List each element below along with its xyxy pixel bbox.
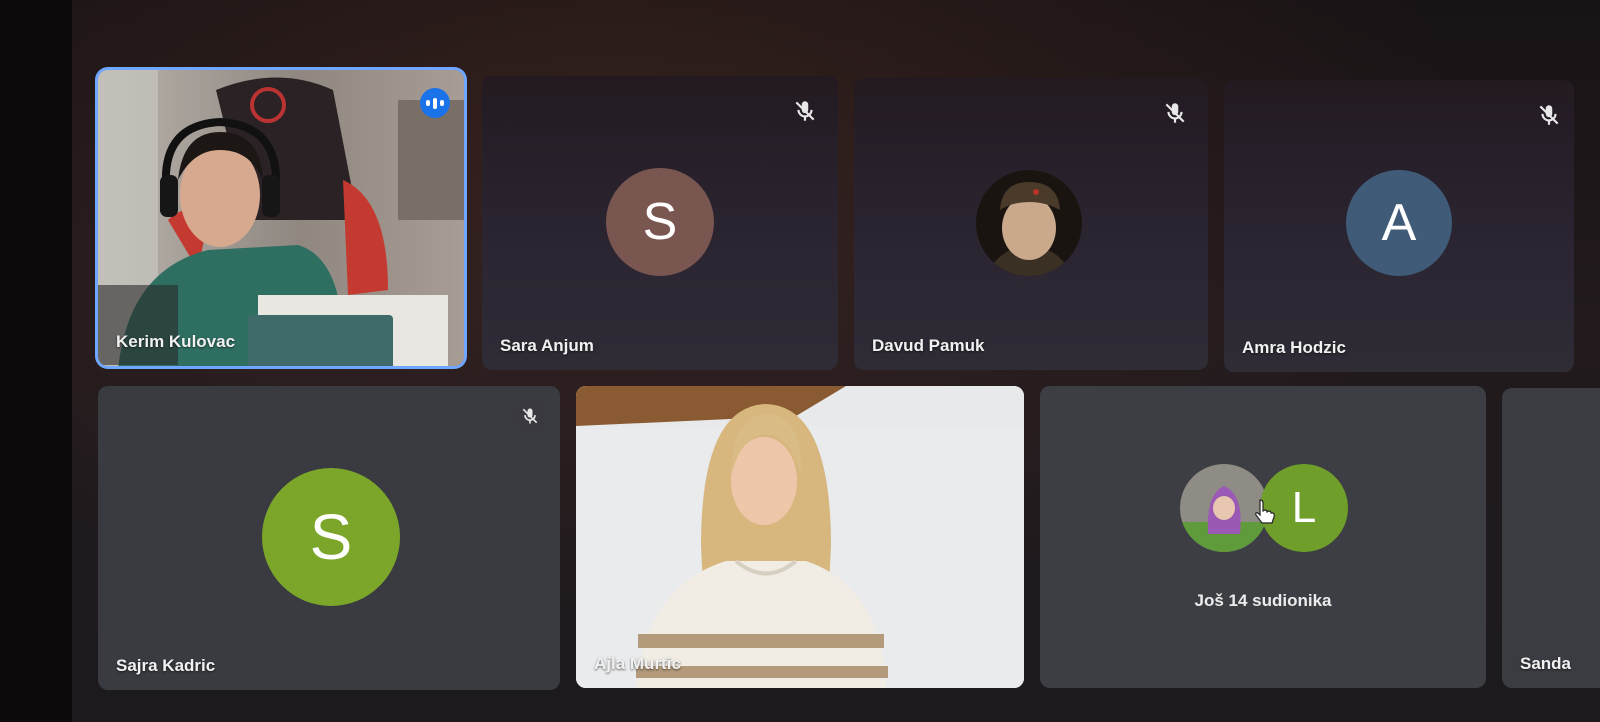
- participant-tile-amra[interactable]: A Amra Hodzic: [1224, 80, 1574, 372]
- participant-name: Davud Pamuk: [872, 336, 985, 355]
- participant-name: Sanda: [1520, 654, 1572, 673]
- avatar-sara: S: [606, 168, 714, 276]
- mic-muted-icon: [1539, 105, 1559, 125]
- speaking-indicator-icon: [420, 88, 450, 118]
- more-participants-label: Još 14 sudionika: [1194, 591, 1332, 610]
- participant-name: Amra Hodzic: [1242, 338, 1346, 357]
- participant-tile-ajla[interactable]: Ajla Murtic: [576, 386, 1024, 688]
- video-feed-ajla: [576, 386, 1024, 688]
- participant-tile-sara[interactable]: S Sara Anjum: [482, 76, 838, 370]
- participant-tile-sanda[interactable]: Sanda: [1502, 388, 1600, 688]
- participant-tile-sajra[interactable]: S Sajra Kadric: [98, 386, 560, 690]
- participant-name: Ajla Murtic: [594, 654, 681, 673]
- participant-name: Sajra Kadric: [116, 656, 216, 675]
- mic-muted-icon: [522, 408, 538, 424]
- more-participants-tile[interactable]: L Još 14 sudionika: [1040, 386, 1486, 688]
- mic-muted-icon: [795, 101, 815, 121]
- video-feed-kerim: [98, 70, 464, 366]
- mic-muted-badge: [514, 400, 546, 432]
- avatar-amra: A: [1346, 170, 1452, 276]
- participant-tile-kerim[interactable]: Kerim Kulovac: [98, 70, 464, 366]
- participant-tile-davud[interactable]: Davud Pamuk: [854, 78, 1208, 370]
- mic-muted-icon: [1165, 103, 1185, 123]
- participant-name: Sara Anjum: [500, 336, 594, 355]
- avatar-photo-davud: [976, 170, 1082, 276]
- avatar-sajra: S: [262, 468, 400, 606]
- participant-name: Kerim Kulovac: [116, 332, 236, 351]
- cursor-hand-icon: [1255, 499, 1275, 524]
